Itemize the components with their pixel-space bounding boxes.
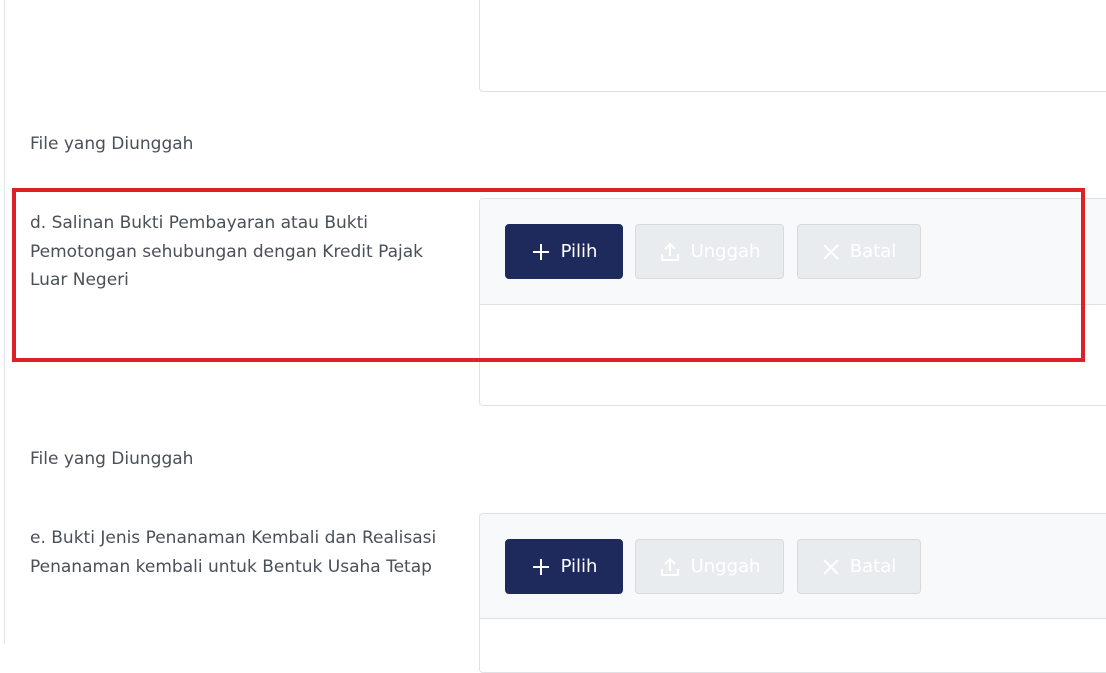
close-icon [822,243,840,261]
cancel-button[interactable]: Batal [797,224,921,279]
previous-upload-content-area [479,0,1106,92]
document-d-label: d. Salinan Bukti Pembayaran atau Bukti P… [30,213,423,290]
upload-toolbar: Pilih Unggah Batal [480,199,1106,305]
choose-file-label: Pilih [560,556,598,577]
cancel-button[interactable]: Batal [797,539,921,594]
upload-label: Unggah [690,556,761,577]
choose-file-button[interactable]: Pilih [505,539,623,594]
choose-file-label: Pilih [560,241,598,262]
close-icon [822,558,840,576]
upload-button[interactable]: Unggah [635,539,784,594]
cancel-label: Batal [849,556,897,577]
upload-icon [659,556,681,578]
upload-toolbar: Pilih Unggah Batal [480,514,1106,619]
left-panel-border [4,0,5,644]
document-e-file-upload: Pilih Unggah Batal [479,513,1106,673]
upload-label: Unggah [690,241,761,262]
document-e-label: e. Bukti Jenis Penanaman Kembali dan Rea… [30,528,437,577]
cancel-label: Batal [849,241,897,262]
plus-icon [531,242,551,262]
plus-icon [531,557,551,577]
upload-icon [659,241,681,263]
choose-file-button[interactable]: Pilih [505,224,623,279]
upload-button[interactable]: Unggah [635,224,784,279]
document-d-file-upload: Pilih Unggah Batal [479,198,1106,406]
uploaded-files-heading: File yang Diunggah [30,449,194,469]
uploaded-files-heading: File yang Diunggah [30,134,194,154]
